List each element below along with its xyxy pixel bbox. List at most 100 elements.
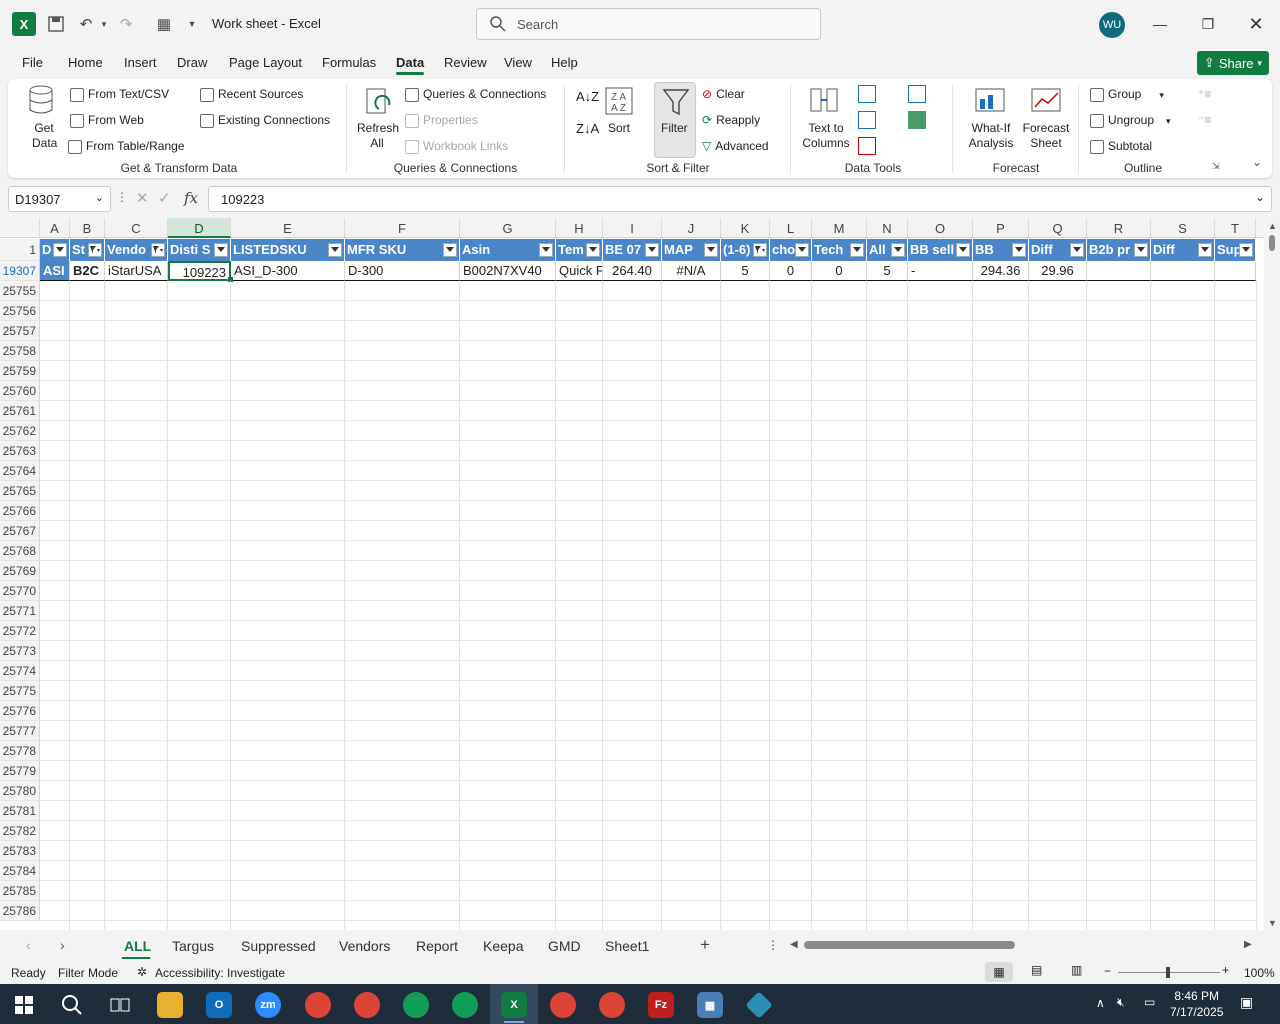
table-cell[interactable]: 5 — [721, 261, 770, 281]
header-cell[interactable]: BB — [973, 239, 1029, 261]
refresh-all-button[interactable]: Refresh All — [357, 121, 399, 151]
forecast-sheet-button[interactable]: Forecast Sheet — [1020, 121, 1072, 151]
filezilla-icon[interactable]: Fz — [648, 992, 674, 1018]
table-cell[interactable]: 29.96 — [1029, 261, 1087, 281]
filter-dropdown-icon[interactable] — [443, 243, 457, 257]
scroll-down-icon[interactable]: ▼ — [1268, 918, 1277, 928]
prev-sheet-icon[interactable]: ‹ — [26, 937, 31, 953]
menu-data[interactable]: Data — [396, 55, 424, 70]
formula-input[interactable]: 109223 ⌄ — [208, 186, 1272, 212]
table-cell[interactable]: ASI_D-300 — [231, 261, 345, 281]
sheet-tab-targus[interactable]: Targus — [172, 938, 214, 954]
row-header[interactable]: 25780 — [0, 781, 40, 801]
header-cell[interactable]: Vendo — [105, 239, 168, 261]
column-header-p[interactable]: P — [973, 218, 1029, 238]
row-header[interactable]: 25770 — [0, 581, 40, 601]
table-cell[interactable]: 0 — [770, 261, 812, 281]
what-if-button[interactable]: What-If Analysis — [963, 121, 1019, 151]
row-header[interactable]: 25763 — [0, 441, 40, 461]
save-icon[interactable] — [44, 12, 68, 36]
accessibility-icon[interactable]: ✲ — [137, 965, 147, 979]
active-cell[interactable]: 109223 — [168, 261, 231, 281]
header-cell[interactable]: Diff — [1029, 239, 1087, 261]
customize-toolbar-icon[interactable]: ▾ — [180, 12, 204, 36]
column-header-q[interactable]: Q — [1029, 218, 1087, 238]
next-sheet-icon[interactable]: › — [60, 937, 65, 953]
more-options-icon[interactable]: ⋮ — [116, 190, 128, 204]
search-icon[interactable] — [59, 992, 85, 1018]
column-header-e[interactable]: E — [231, 218, 345, 238]
text-to-columns-icon[interactable] — [808, 85, 840, 118]
scroll-up-icon[interactable]: ▲ — [1268, 221, 1277, 231]
notifications-icon[interactable]: ▣ — [1240, 994, 1253, 1011]
row-header[interactable]: 25775 — [0, 681, 40, 701]
row-header[interactable]: 25764 — [0, 461, 40, 481]
spreadsheet-grid[interactable]: A B C D E F G H I J K L M N O P Q R S T … — [0, 218, 1264, 930]
column-header-j[interactable]: J — [662, 218, 721, 238]
header-cell[interactable]: B2b pr — [1087, 239, 1151, 261]
table-cell[interactable]: - — [908, 261, 973, 281]
table-cell[interactable]: Quick F — [556, 261, 603, 281]
calculator-app-icon[interactable]: ▦ — [697, 992, 723, 1018]
remove-duplicates-icon[interactable] — [858, 111, 876, 129]
sort-descending-icon[interactable]: Z↓A — [576, 121, 599, 136]
header-cell[interactable]: LISTEDSKU — [231, 239, 345, 261]
header-cell[interactable]: All — [867, 239, 908, 261]
zoom-out-icon[interactable]: − — [1104, 964, 1111, 978]
table-cell[interactable]: 5 — [867, 261, 908, 281]
zoom-level[interactable]: 100% — [1244, 966, 1275, 980]
vertical-scrollbar[interactable]: ▲ ▼ — [1264, 218, 1280, 930]
zoom-in-icon[interactable]: + — [1222, 963, 1229, 977]
chrome-profile-icon[interactable] — [550, 992, 576, 1018]
column-header-r[interactable]: R — [1087, 218, 1151, 238]
row-header[interactable]: 25772 — [0, 621, 40, 641]
column-header-l[interactable]: L — [770, 218, 812, 238]
file-explorer-icon[interactable] — [157, 992, 183, 1018]
volume-muted-icon[interactable]: 🔇︎ — [1117, 995, 1125, 1010]
existing-connections-button[interactable]: Existing Connections — [200, 113, 330, 128]
table-cell[interactable] — [1215, 261, 1256, 281]
horizontal-scroll-thumb[interactable] — [804, 941, 1015, 949]
row-header[interactable]: 25771 — [0, 601, 40, 621]
expand-formula-icon[interactable]: ⌄ — [1255, 190, 1265, 204]
sheet-tab-gmd[interactable]: GMD — [548, 938, 581, 954]
what-if-icon[interactable] — [974, 85, 1006, 118]
menu-insert[interactable]: Insert — [124, 55, 157, 70]
sheet-tab-vendors[interactable]: Vendors — [339, 938, 390, 954]
menu-review[interactable]: Review — [444, 55, 487, 70]
column-header-o[interactable]: O — [908, 218, 973, 238]
header-cell[interactable]: MAP — [662, 239, 721, 261]
column-header-f[interactable]: F — [345, 218, 460, 238]
filter-dropdown-icon[interactable] — [328, 243, 342, 257]
consolidate-icon[interactable] — [908, 85, 926, 103]
from-web-button[interactable]: From Web — [70, 113, 144, 128]
column-header-b[interactable]: B — [70, 218, 105, 238]
group-button[interactable]: Group ▾ — [1090, 87, 1164, 102]
table-cell[interactable]: #N/A — [662, 261, 721, 281]
column-header-d[interactable]: D — [168, 218, 231, 238]
accessibility-status[interactable]: Accessibility: Investigate — [155, 966, 285, 980]
filter-dropdown-icon[interactable] — [1239, 243, 1253, 257]
filter-active-icon[interactable] — [151, 243, 165, 257]
menu-file[interactable]: File — [22, 55, 43, 70]
row-header[interactable]: 25779 — [0, 761, 40, 781]
header-cell[interactable]: St — [70, 239, 105, 261]
row-header[interactable]: 25758 — [0, 341, 40, 361]
refresh-all-icon[interactable] — [365, 87, 393, 120]
menu-formulas[interactable]: Formulas — [322, 55, 376, 70]
header-cell[interactable]: BE 07 — [603, 239, 662, 261]
chrome-profile-icon[interactable] — [354, 992, 380, 1018]
table-cell[interactable]: 0 — [812, 261, 867, 281]
text-to-columns-button[interactable]: Text to Columns — [800, 121, 852, 151]
search-input[interactable]: Search — [476, 8, 821, 40]
column-header-m[interactable]: M — [812, 218, 867, 238]
row-header[interactable]: 19307 — [0, 261, 40, 281]
normal-view-icon[interactable]: ▦ — [985, 962, 1013, 982]
filter-active-icon[interactable] — [88, 243, 102, 257]
sort-button[interactable]: Sort — [608, 121, 630, 135]
table-cell[interactable]: 264.40 — [603, 261, 662, 281]
filter-dropdown-icon[interactable] — [1070, 243, 1084, 257]
chrome-profile-icon[interactable] — [452, 992, 478, 1018]
vertical-scroll-thumb[interactable] — [1269, 235, 1275, 251]
column-header-c[interactable]: C — [105, 218, 168, 238]
